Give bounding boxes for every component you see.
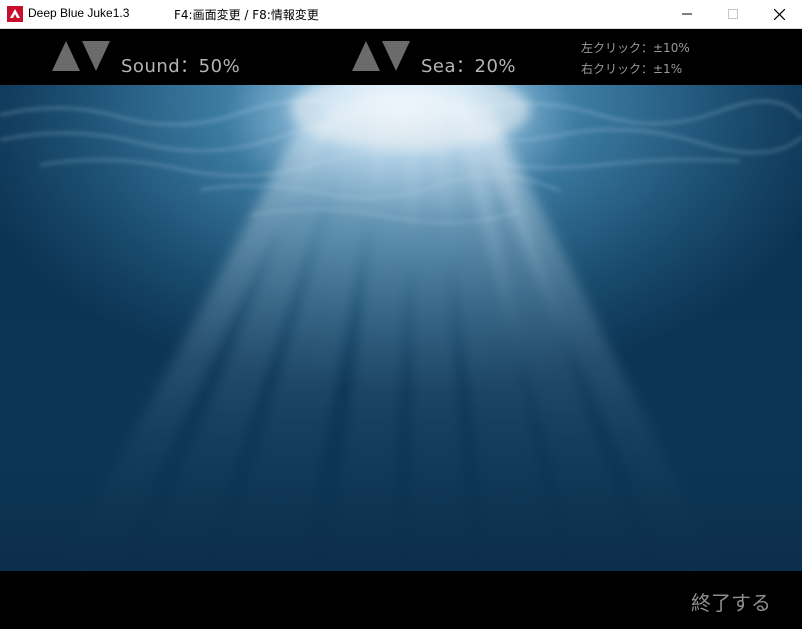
right-click-hint: 右クリック：±1% (581, 62, 683, 76)
window-title: Deep Blue Juke1.3 (28, 6, 130, 20)
close-icon (773, 8, 785, 20)
maximize-icon (728, 9, 738, 19)
close-button[interactable] (756, 0, 802, 28)
exit-button[interactable]: 終了する (691, 587, 771, 616)
function-key-hint: F4:画面変更 / F8:情報変更 (174, 8, 319, 22)
underwater-light-rays-image (0, 85, 802, 571)
sea-down-arrow-icon[interactable] (382, 41, 410, 71)
maximize-button[interactable] (710, 0, 756, 28)
left-click-hint: 左クリック：±10% (581, 41, 690, 55)
minimize-icon (682, 13, 692, 15)
juke-app-icon (7, 6, 23, 22)
control-bar: Sound：50% Sea：20% 左クリック：±10% 右クリック：±1% (0, 29, 802, 85)
sound-up-arrow-icon[interactable] (52, 41, 80, 71)
minimize-button[interactable] (664, 0, 710, 28)
sound-down-arrow-icon[interactable] (82, 41, 110, 71)
footer-bar: 終了する (0, 571, 802, 629)
sea-level-label: Sea：20% (421, 56, 517, 77)
sea-up-arrow-icon[interactable] (352, 41, 380, 71)
sound-level-label: Sound：50% (121, 56, 241, 77)
title-bar: Deep Blue Juke1.3 F4:画面変更 / F8:情報変更 (0, 0, 802, 29)
